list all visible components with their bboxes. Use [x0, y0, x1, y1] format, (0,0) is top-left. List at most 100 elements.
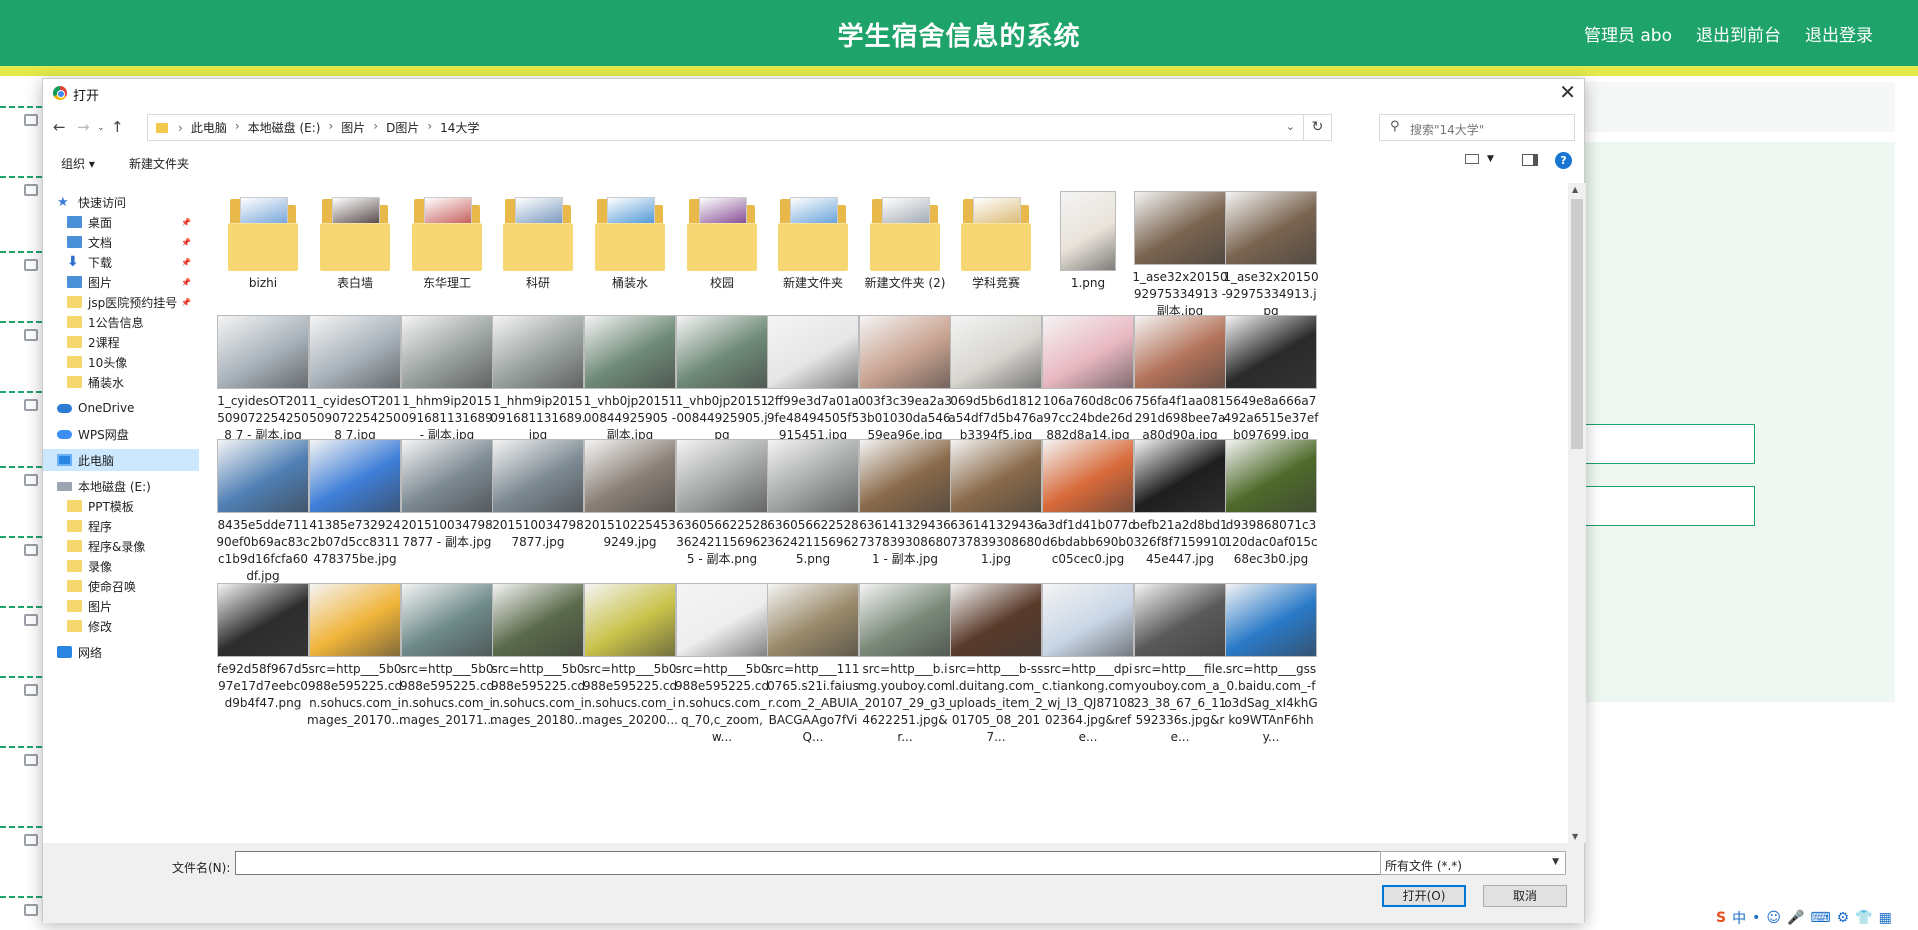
- nav-item[interactable]: 录像: [67, 555, 199, 577]
- ime-item-icon[interactable]: ⌨: [1810, 910, 1830, 926]
- image-file-item[interactable]: src=http___5b0988e595225.cdn.sohucs.com_…: [672, 583, 772, 746]
- image-file-item[interactable]: src=http___1110765.s21i.faiusr.com_2_ABU…: [763, 583, 863, 746]
- image-file-item[interactable]: src=http___5b0988e595225.cdn.sohucs.com_…: [580, 583, 680, 729]
- new-folder-button[interactable]: 新建文件夹: [129, 155, 189, 172]
- image-file-item[interactable]: fe92d58f967d597e17d7eebc0d9b4f47.png: [213, 583, 313, 712]
- image-file-item[interactable]: src=http___b.img.youboy.com_20107_29_g3_…: [855, 583, 955, 746]
- image-file-item[interactable]: 069d5b6d1812a54df7d5b476ab3394f5.jpg: [946, 315, 1046, 444]
- filetype-select[interactable]: 所有文件 (*.*) ▼: [1380, 851, 1566, 875]
- nav-wps[interactable]: WPS网盘: [57, 423, 199, 445]
- image-file-item[interactable]: src=http___5b0988e595225.cdn.sohucs.com_…: [305, 583, 405, 729]
- view-dropdown-icon[interactable]: ▼: [1487, 154, 1494, 164]
- image-file-item[interactable]: 2015100347987877 - 副本.jpg: [397, 439, 497, 551]
- image-file-item[interactable]: 8435e5dde71190ef0b69ac83cc1b9d16fcfa60df…: [213, 439, 313, 585]
- sidebar-menu-icon[interactable]: [24, 684, 38, 696]
- image-file-item[interactable]: src=http___5b0988e595225.cdn.sohucs.com_…: [488, 583, 588, 729]
- folder-item[interactable]: 学科竞赛: [946, 191, 1046, 292]
- pin-icon[interactable]: 📌: [181, 258, 191, 267]
- breadcrumb-item[interactable]: 14大学: [440, 119, 479, 136]
- sidebar-menu-icon[interactable]: [24, 544, 38, 556]
- sidebar-menu-icon[interactable]: [24, 614, 38, 626]
- ime-item-icon[interactable]: 🎤: [1787, 910, 1804, 926]
- ime-item-icon[interactable]: •: [1752, 910, 1760, 926]
- folder-item[interactable]: 桶装水: [580, 191, 680, 292]
- pin-icon[interactable]: 📌: [181, 278, 191, 287]
- view-icon[interactable]: [1465, 154, 1479, 164]
- image-file-item[interactable]: 1_cyidesOT2015090722542508 7 - 副本.jpg: [213, 315, 313, 444]
- ime-item-icon[interactable]: S: [1716, 910, 1726, 926]
- folder-item[interactable]: 新建文件夹: [763, 191, 863, 292]
- image-file-item[interactable]: 003f3c39ea2a33b01030da54659ea96e.jpg: [855, 315, 955, 444]
- breadcrumb-item[interactable]: D图片: [386, 119, 419, 136]
- ime-item-icon[interactable]: 中: [1732, 908, 1746, 928]
- nav-disk-e[interactable]: 本地磁盘 (E:): [57, 475, 199, 497]
- pin-icon[interactable]: 📌: [181, 218, 191, 227]
- image-file-item[interactable]: src=http___gss0.baidu.com_-fo3dSag_xI4kh…: [1221, 583, 1321, 746]
- nav-item[interactable]: 文档 📌: [67, 231, 199, 253]
- nav-quick-access[interactable]: ★ 快速访问: [57, 191, 199, 213]
- image-file-item[interactable]: befb21a2d8bd1326f8f715991045e447.jpg: [1130, 439, 1230, 568]
- nav-item[interactable]: 桌面 📌: [67, 211, 199, 233]
- nav-onedrive[interactable]: OneDrive: [57, 397, 199, 419]
- image-file-item[interactable]: 1_hhm9ip2015091681131689 - 副本.jpg: [397, 315, 497, 444]
- scroll-down-icon[interactable]: ▼: [1572, 832, 1578, 841]
- image-file-item[interactable]: d939868071c3120dac0af015c68ec3b0.jpg: [1221, 439, 1321, 568]
- image-file-item[interactable]: src=http___dpic.tiankong.com_wj_l3_QJ871…: [1038, 583, 1138, 746]
- image-file-item[interactable]: 756fa4f1aa081291d698bee7aa80d90a.jpg: [1130, 315, 1230, 444]
- cancel-button[interactable]: 取消: [1483, 885, 1567, 907]
- admin-user-link[interactable]: 管理员 abo: [1584, 21, 1672, 46]
- filename-input[interactable]: ▼: [235, 851, 1411, 875]
- breadcrumb-item[interactable]: 图片: [341, 119, 365, 136]
- image-file-item[interactable]: 1_cyidesOT2015090722542508 7.jpg: [305, 315, 405, 444]
- organize-button[interactable]: 组织 ▾: [61, 155, 95, 172]
- help-icon[interactable]: ?: [1555, 152, 1572, 169]
- image-file-item[interactable]: 6361413294367378393086801 - 副本.jpg: [855, 439, 955, 568]
- sidebar-menu-icon[interactable]: [24, 474, 38, 486]
- nav-item[interactable]: 程序: [67, 515, 199, 537]
- image-file-item[interactable]: 6360566225283624211569625.png: [763, 439, 863, 568]
- ime-item-icon[interactable]: ☺: [1766, 910, 1781, 926]
- search-box[interactable]: ⚲ 搜索"14大学": [1379, 114, 1575, 141]
- pin-icon[interactable]: 📌: [181, 238, 191, 247]
- scroll-up-icon[interactable]: ▲: [1572, 185, 1578, 194]
- address-bar[interactable]: › 此电脑 › 本地磁盘 (E:) › 图片 › D图片 › 14大学 ⌄ ↻: [147, 114, 1332, 141]
- image-file-item[interactable]: src=http___b-ssl.duitang.com_uploads_ite…: [946, 583, 1046, 746]
- image-file-item[interactable]: 1_vhb0jp2015100844925905.jpg: [672, 315, 772, 444]
- ime-item-icon[interactable]: 👕: [1855, 910, 1872, 926]
- recent-chevron-icon[interactable]: ⌄: [97, 123, 105, 133]
- forward-arrow-icon[interactable]: →: [77, 118, 90, 136]
- open-button[interactable]: 打开(O): [1382, 885, 1466, 907]
- nav-item[interactable]: 使命召唤: [67, 575, 199, 597]
- breadcrumb-item[interactable]: 此电脑: [191, 119, 227, 136]
- close-icon[interactable]: ✕: [1559, 81, 1576, 103]
- sidebar-menu-icon[interactable]: [24, 904, 38, 916]
- ime-item-icon[interactable]: ▦: [1879, 910, 1892, 926]
- image-file-item[interactable]: 1_hhm9ip2015091681131689.jpg: [488, 315, 588, 444]
- sidebar-menu-icon[interactable]: [24, 399, 38, 411]
- exit-to-frontend-link[interactable]: 退出到前台: [1696, 21, 1781, 46]
- pin-icon[interactable]: 📌: [181, 298, 191, 307]
- folder-item[interactable]: bizhi: [213, 191, 313, 292]
- nav-item[interactable]: 1公告信息: [67, 311, 199, 333]
- image-file-item[interactable]: 1_ase32x2015092975334913 - 副本.jpg: [1130, 191, 1230, 320]
- image-file-item[interactable]: 41385e7329242b07d5cc8311478375be.jpg: [305, 439, 405, 568]
- nav-item[interactable]: 10头像: [67, 351, 199, 373]
- nav-this-pc[interactable]: 此电脑: [43, 449, 199, 471]
- preview-pane-icon[interactable]: [1522, 154, 1538, 166]
- sidebar-menu-icon[interactable]: [24, 834, 38, 846]
- image-file-item[interactable]: 2ff99e3d7a01a9fe48494505f5915451.jpg: [763, 315, 863, 444]
- sidebar-menu-icon[interactable]: [24, 114, 38, 126]
- nav-item[interactable]: PPT模板: [67, 495, 199, 517]
- nav-item[interactable]: 2课程: [67, 331, 199, 353]
- breadcrumb-item[interactable]: 本地磁盘 (E:): [248, 119, 321, 136]
- up-arrow-icon[interactable]: ↑: [111, 118, 124, 136]
- image-file-item[interactable]: src=http___file.youboy.com_a_23_38_67_6_…: [1130, 583, 1230, 746]
- sidebar-menu-icon[interactable]: [24, 259, 38, 271]
- folder-item[interactable]: 表白墙: [305, 191, 405, 292]
- scrollbar-thumb[interactable]: [1571, 199, 1583, 449]
- folder-item[interactable]: 科研: [488, 191, 588, 292]
- image-file-item[interactable]: 106a760d8c0697cc24bde26d882d8a14.jpg: [1038, 315, 1138, 444]
- address-dropdown-icon[interactable]: ⌄: [1286, 120, 1295, 133]
- back-arrow-icon[interactable]: ←: [53, 118, 66, 136]
- nav-item[interactable]: 修改: [67, 615, 199, 637]
